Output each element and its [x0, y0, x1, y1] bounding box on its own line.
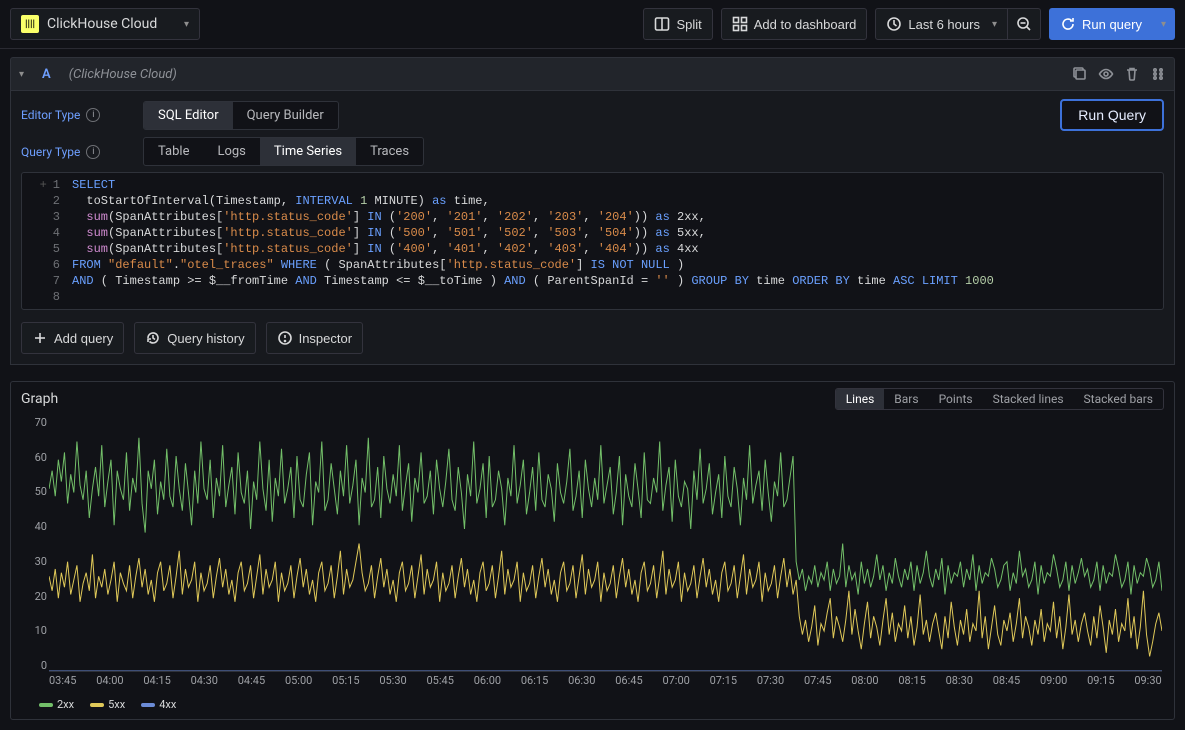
dashboard-icon [732, 16, 748, 32]
split-button[interactable]: Split [643, 8, 712, 40]
editor-type-tabs: SQL Editor Query Builder [143, 101, 339, 130]
x-axis: 03:4504:0004:1504:3004:4505:0005:1505:30… [49, 674, 1162, 694]
legend-item-4xx[interactable]: 4xx [141, 698, 176, 711]
tab-traces[interactable]: Traces [356, 138, 423, 165]
inspector-label: Inspector [299, 331, 352, 346]
run-query-label: Run query [1082, 17, 1142, 32]
tab-sql-editor[interactable]: SQL Editor [144, 102, 233, 129]
copy-icon[interactable] [1072, 66, 1088, 82]
inspector-icon [277, 330, 293, 346]
chevron-down-icon: ▾ [184, 19, 189, 30]
eye-icon[interactable] [1098, 66, 1114, 82]
legend: 2xx 5xx 4xx [21, 694, 1164, 711]
split-icon [654, 16, 670, 32]
clickhouse-logo-icon: |||| [21, 15, 39, 33]
viz-lines[interactable]: Lines [836, 389, 885, 409]
viz-switcher: Lines Bars Points Stacked lines Stacked … [835, 388, 1164, 410]
add-to-dashboard-label: Add to dashboard [754, 17, 857, 32]
line-gutter: 12345678 [22, 177, 72, 305]
add-to-dashboard-button[interactable]: Add to dashboard [721, 8, 868, 40]
editor-type-label: Editor Type i [21, 108, 131, 122]
code-content: SELECT toStartOfInterval(Timestamp, INTE… [72, 177, 1163, 305]
chevron-down-icon: ▾ [1161, 19, 1166, 30]
legend-item-2xx[interactable]: 2xx [39, 698, 74, 711]
query-type-tabs: Table Logs Time Series Traces [143, 137, 424, 166]
run-query-dropdown[interactable]: ▾ [1153, 8, 1175, 40]
datasource-name: ClickHouse Cloud [47, 16, 176, 32]
run-query-inline-button[interactable]: Run Query [1060, 99, 1164, 131]
trash-icon[interactable] [1124, 66, 1140, 82]
query-datasource: (ClickHouse Cloud) [69, 67, 177, 82]
add-query-label: Add query [54, 331, 113, 346]
query-body: Editor Type i SQL Editor Query Builder R… [10, 91, 1175, 365]
panel-title: Graph [21, 391, 58, 407]
clock-icon [886, 16, 902, 32]
query-type-label: Query Type i [21, 145, 131, 159]
query-letter[interactable]: A [36, 67, 57, 82]
split-label: Split [676, 17, 701, 32]
info-icon[interactable]: i [86, 145, 100, 159]
tab-logs[interactable]: Logs [203, 138, 259, 165]
tab-time-series[interactable]: Time Series [260, 138, 356, 165]
viz-bars[interactable]: Bars [884, 389, 928, 409]
info-icon[interactable]: i [86, 108, 100, 122]
viz-stacked-bars[interactable]: Stacked bars [1074, 389, 1163, 409]
inspector-button[interactable]: Inspector [266, 322, 363, 354]
time-range-picker[interactable]: Last 6 hours ▾ [875, 8, 1008, 40]
topbar: |||| ClickHouse Cloud ▾ Split Add to das… [0, 0, 1185, 49]
datasource-picker[interactable]: |||| ClickHouse Cloud ▾ [10, 8, 200, 40]
chevron-down-icon: ▾ [992, 19, 997, 30]
graph-panel: Graph Lines Bars Points Stacked lines St… [10, 381, 1175, 720]
zoom-out-button[interactable] [1008, 8, 1041, 40]
add-query-button[interactable]: Add query [21, 322, 124, 354]
sql-editor[interactable]: 12345678 SELECT toStartOfInterval(Timest… [21, 172, 1164, 310]
query-history-button[interactable]: Query history [134, 322, 255, 354]
query-row: ▾ A (ClickHouse Cloud) Editor Type i SQL… [0, 49, 1185, 365]
query-header: ▾ A (ClickHouse Cloud) [10, 57, 1175, 91]
y-axis: 706050403020100 [21, 416, 47, 672]
history-icon [145, 330, 161, 346]
drag-handle-icon[interactable] [1150, 66, 1166, 82]
time-range-label: Last 6 hours [908, 17, 980, 32]
refresh-icon [1060, 16, 1076, 32]
zoom-out-icon [1016, 16, 1032, 32]
query-history-label: Query history [167, 331, 244, 346]
viz-stacked-lines[interactable]: Stacked lines [983, 389, 1074, 409]
plot [49, 416, 1162, 672]
plus-icon [32, 330, 48, 346]
collapse-toggle[interactable]: ▾ [19, 69, 24, 80]
tab-query-builder[interactable]: Query Builder [233, 102, 338, 129]
tab-table[interactable]: Table [144, 138, 203, 165]
run-query-button[interactable]: Run query [1049, 8, 1153, 40]
viz-points[interactable]: Points [929, 389, 983, 409]
chart-area[interactable]: 706050403020100 03:4504:0004:1504:3004:4… [21, 416, 1164, 694]
legend-item-5xx[interactable]: 5xx [90, 698, 125, 711]
